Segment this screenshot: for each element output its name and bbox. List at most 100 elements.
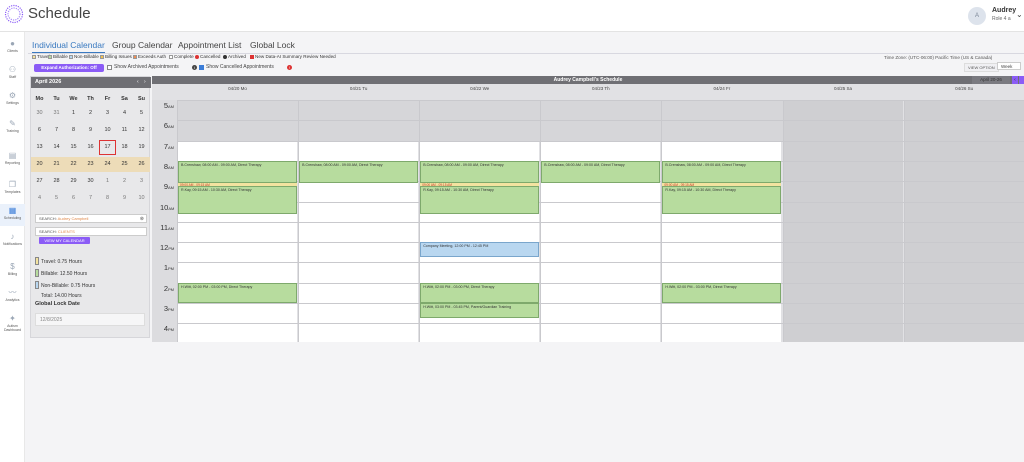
clients-search-input[interactable]: SEARCH: CLIENTS	[35, 227, 147, 236]
sidebar-item-label: Training	[6, 129, 19, 133]
sidebar-item-analytics[interactable]: 〰 Analytics	[0, 286, 25, 308]
prev-month-icon[interactable]: ‹	[137, 77, 139, 88]
hour-meridiem: PM	[168, 307, 174, 312]
sidebar-item-templates[interactable]: ❐ Templates	[0, 178, 25, 200]
next-week-button[interactable]	[1019, 76, 1024, 84]
view-my-calendar-button[interactable]: VIEW MY CALENDAR	[39, 237, 90, 244]
global-lock-date-field[interactable]: 12/8/2025	[35, 313, 145, 326]
legend-cancelled: Cancelled	[195, 54, 220, 59]
sidebar-item-autism-dashboard[interactable]: ✦ Autism Dashboard	[0, 312, 25, 338]
calendar-day[interactable]: 2	[116, 174, 133, 189]
calendar-day[interactable]: 14	[48, 140, 65, 155]
calendar-day[interactable]: 8	[99, 191, 116, 206]
calendar-day[interactable]: 10	[133, 191, 150, 206]
calendar-day[interactable]: 5	[48, 191, 65, 206]
calendar-day[interactable]: 20	[31, 157, 48, 172]
next-month-icon[interactable]: ›	[144, 77, 146, 88]
sidebar-item-staff[interactable]: ⚇ Staff	[0, 63, 25, 85]
view-option-select[interactable]: Week	[997, 62, 1021, 70]
calendar-day[interactable]: 6	[65, 191, 82, 206]
appointment-block[interactable]: B.Crenshaw, 08:00 AM - 09:00 AM, Direct …	[541, 160, 661, 184]
sidebar-item-scheduling[interactable]: ▦ Scheduling	[0, 204, 25, 226]
calendar-day[interactable]: 1	[65, 106, 82, 121]
user-name[interactable]: Audrey	[992, 7, 1016, 14]
calendar-day[interactable]: 15	[65, 140, 82, 155]
calendar-day[interactable]: 23	[82, 157, 99, 172]
staff-search-input[interactable]: SEARCH: Audrey Campbell ⊗	[35, 214, 147, 223]
page-title: Schedule	[28, 5, 91, 22]
calendar-day[interactable]: 5	[133, 106, 150, 121]
chevron-down-icon[interactable]: ⌄	[1016, 10, 1023, 19]
hour-gridline	[177, 323, 1024, 324]
appointment-block[interactable]: H.Witt, 02:00 PM - 03:00 PM, Direct Ther…	[178, 282, 298, 303]
appointment-block[interactable]: R.Kay, 09:15 AM - 10:30 AM, Direct Thera…	[662, 186, 782, 214]
calendar-day[interactable]: 10	[99, 123, 116, 138]
calendar-day[interactable]: 3	[133, 174, 150, 189]
info-icon[interactable]: i	[192, 65, 197, 70]
appointment-block[interactable]: B.Crenshaw, 08:00 AM - 09:00 AM, Direct …	[299, 160, 419, 184]
calendar-day[interactable]: 4	[31, 191, 48, 206]
calendar-day[interactable]: 19	[133, 140, 150, 155]
calendar-day[interactable]: 16	[82, 140, 99, 155]
tab-group-calendar[interactable]: Group Calendar	[112, 40, 172, 50]
calendar-icon: ▦	[8, 206, 17, 215]
appointment-block[interactable]: H.Witt, 02:00 PM - 03:00 PM, Direct Ther…	[420, 282, 540, 303]
calendar-day[interactable]: 22	[65, 157, 82, 172]
calendar-day[interactable]: 21	[48, 157, 65, 172]
appointment-block[interactable]: R.Kay, 09:15 AM - 10:30 AM, Direct Thera…	[420, 186, 540, 214]
calendar-day[interactable]: 17	[99, 140, 116, 155]
calendar-day[interactable]: 7	[48, 123, 65, 138]
appointment-block[interactable]: R.Kay, 09:15 AM - 10:30 AM, Direct Thera…	[178, 186, 298, 214]
appointment-block[interactable]: Company Meeting, 12:00 PM - 12:45 PM	[420, 242, 540, 258]
calendar-day[interactable]: 27	[31, 174, 48, 189]
calendar-day[interactable]: 30	[31, 106, 48, 121]
sidebar-item-reporting[interactable]: ▤ Reporting	[0, 149, 25, 171]
calendar-day[interactable]: 4	[116, 106, 133, 121]
calendar-day[interactable]: 2	[82, 106, 99, 121]
calendar-day[interactable]: 28	[48, 174, 65, 189]
calendar-day[interactable]: 24	[99, 157, 116, 172]
calendar-day[interactable]: 9	[116, 191, 133, 206]
calendar-day[interactable]: 11	[116, 123, 133, 138]
sidebar-item-notifications[interactable]: ♪ Notifications	[0, 230, 25, 252]
schedule-title: Audrey Campbell's Schedule	[152, 76, 1024, 84]
appointment-block[interactable]: H.Witt, 02:00 PM - 03:00 PM, Direct Ther…	[662, 282, 782, 303]
avatar[interactable]: A	[968, 7, 986, 25]
calendar-day[interactable]: 12	[133, 123, 150, 138]
appointment-block[interactable]: H.Witt, 03:00 PM - 03:45 PM, Parent/Guar…	[420, 303, 540, 319]
expand-authorization-button[interactable]: Expand Authorization: Off	[34, 64, 104, 72]
calendar-day[interactable]: 9	[82, 123, 99, 138]
calendar-day[interactable]: 25	[116, 157, 133, 172]
calendar-day[interactable]: 31	[48, 106, 65, 121]
hour-gridline	[177, 262, 1024, 263]
chart-icon: 〰	[8, 288, 17, 297]
tab-individual-calendar[interactable]: Individual Calendar	[32, 40, 105, 53]
sidebar-item-clients[interactable]: ● Clients	[0, 37, 25, 59]
calendar-day[interactable]: 3	[99, 106, 116, 121]
sidebar-item-training[interactable]: ✎ Training	[0, 117, 25, 139]
tab-appointment-list[interactable]: Appointment List	[178, 40, 241, 50]
alert-icon[interactable]: !	[287, 65, 292, 70]
show-archived-checkbox[interactable]	[107, 65, 112, 70]
calendar-day[interactable]: 30	[82, 174, 99, 189]
calendar-day[interactable]: 7	[82, 191, 99, 206]
dollar-icon: $	[10, 262, 15, 271]
calendar-day[interactable]: 18	[116, 140, 133, 155]
appointment-block[interactable]: B.Crenshaw, 08:00 AM - 09:00 AM, Direct …	[420, 160, 540, 184]
hour-label: 4PM	[160, 324, 177, 333]
tab-global-lock[interactable]: Global Lock	[250, 40, 295, 50]
prev-week-icon[interactable]: ‹	[1012, 76, 1018, 84]
sidebar-item-settings[interactable]: ⚙ Settings	[0, 89, 25, 111]
calendar-day[interactable]: 6	[31, 123, 48, 138]
calendar-day[interactable]: 8	[65, 123, 82, 138]
hour-meridiem: PM	[168, 286, 174, 292]
appointment-block[interactable]: B.Crenshaw, 08:00 AM - 09:00 AM, Direct …	[178, 160, 298, 184]
calendar-day[interactable]: 26	[133, 157, 150, 172]
clear-icon[interactable]: ⊗	[140, 215, 144, 223]
sidebar-item-billing[interactable]: $ Billing	[0, 260, 25, 282]
appointment-block[interactable]: B.Crenshaw, 08:00 AM - 09:00 AM, Direct …	[662, 160, 782, 184]
calendar-day[interactable]: 29	[65, 174, 82, 189]
show-cancelled-checkbox[interactable]	[199, 65, 204, 70]
calendar-day[interactable]: 1	[99, 174, 116, 189]
calendar-day[interactable]: 13	[31, 140, 48, 155]
